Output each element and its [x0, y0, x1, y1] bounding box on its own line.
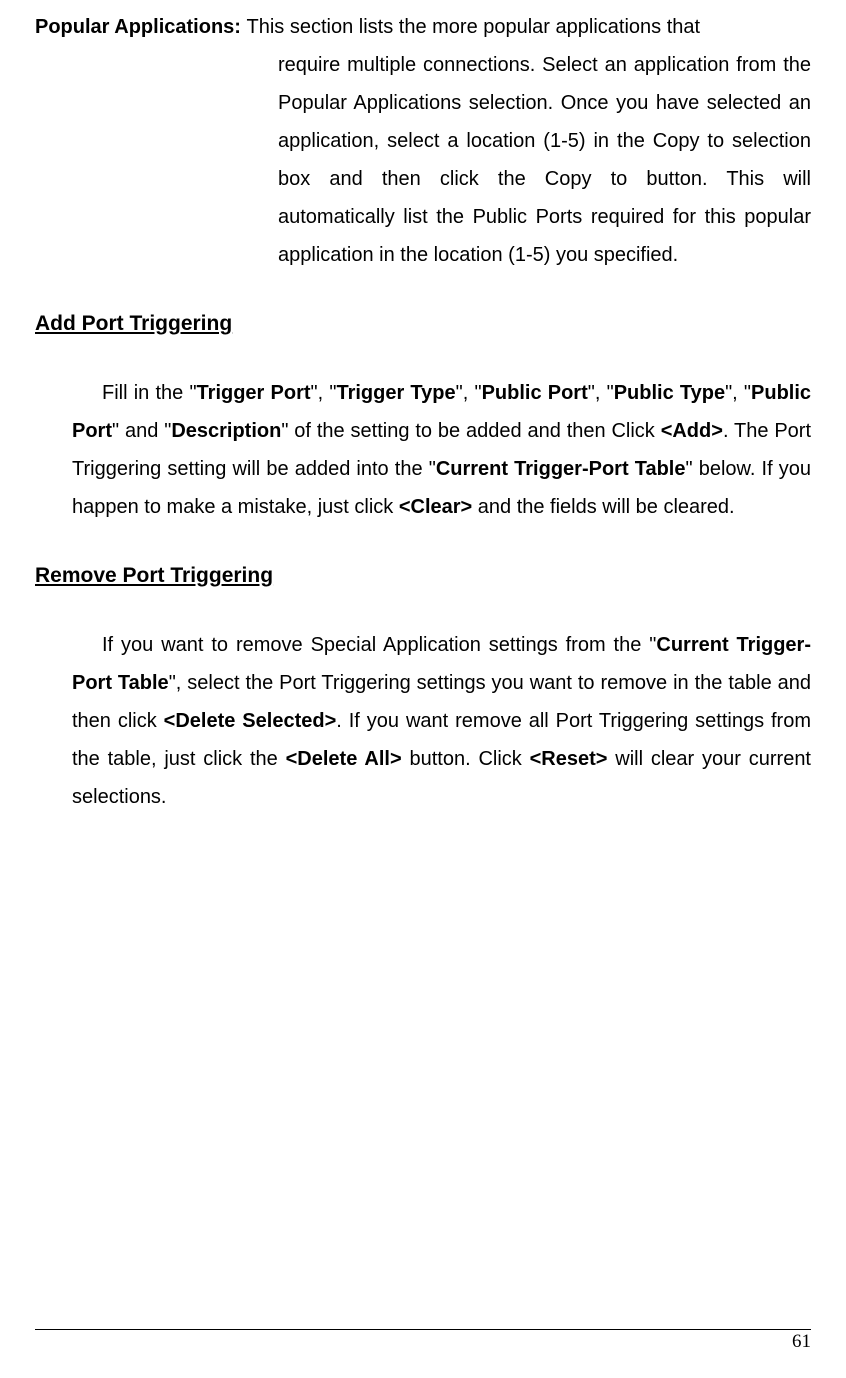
text: If you want to remove Special Applicatio…	[102, 634, 656, 656]
add-port-paragraph: Fill in the "Trigger Port", "Trigger Typ…	[35, 374, 811, 526]
popular-apps-first-line: Popular Applications: This section lists…	[35, 8, 811, 46]
add-button-ref: <Add>	[661, 420, 723, 442]
text: ", "	[311, 382, 337, 404]
text: Fill in the "	[102, 382, 197, 404]
text: " and "	[112, 420, 171, 442]
trigger-type-field: Trigger Type	[336, 382, 455, 404]
text: " of the setting to be added and then Cl…	[281, 420, 660, 442]
text: button. Click	[402, 748, 530, 770]
current-table-ref: Current Trigger-Port Table	[436, 458, 686, 480]
text: and the fields will be cleared.	[472, 496, 734, 518]
remove-port-heading: Remove Port Triggering	[35, 556, 811, 596]
text: ", "	[588, 382, 614, 404]
public-port-field: Public Port	[482, 382, 588, 404]
delete-selected-button-ref: <Delete Selected>	[164, 710, 337, 732]
reset-button-ref: <Reset>	[530, 748, 608, 770]
document-body: Popular Applications: This section lists…	[35, 0, 811, 816]
public-type-field: Public Type	[614, 382, 725, 404]
delete-all-button-ref: <Delete All>	[286, 748, 402, 770]
remove-port-paragraph: If you want to remove Special Applicatio…	[35, 626, 811, 816]
clear-button-ref: <Clear>	[399, 496, 472, 518]
popular-apps-label: Popular Applications:	[35, 16, 247, 38]
description-field: Description	[171, 420, 281, 442]
trigger-port-field: Trigger Port	[197, 382, 311, 404]
popular-apps-first-text: This section lists the more popular appl…	[247, 16, 701, 38]
popular-applications-section: Popular Applications: This section lists…	[35, 8, 811, 274]
page-number: 61	[792, 1324, 811, 1360]
text: ", "	[725, 382, 751, 404]
text: ", "	[456, 382, 482, 404]
popular-apps-rest: require multiple connections. Select an …	[35, 46, 811, 274]
add-port-heading: Add Port Triggering	[35, 304, 811, 344]
footer-divider	[35, 1329, 811, 1330]
